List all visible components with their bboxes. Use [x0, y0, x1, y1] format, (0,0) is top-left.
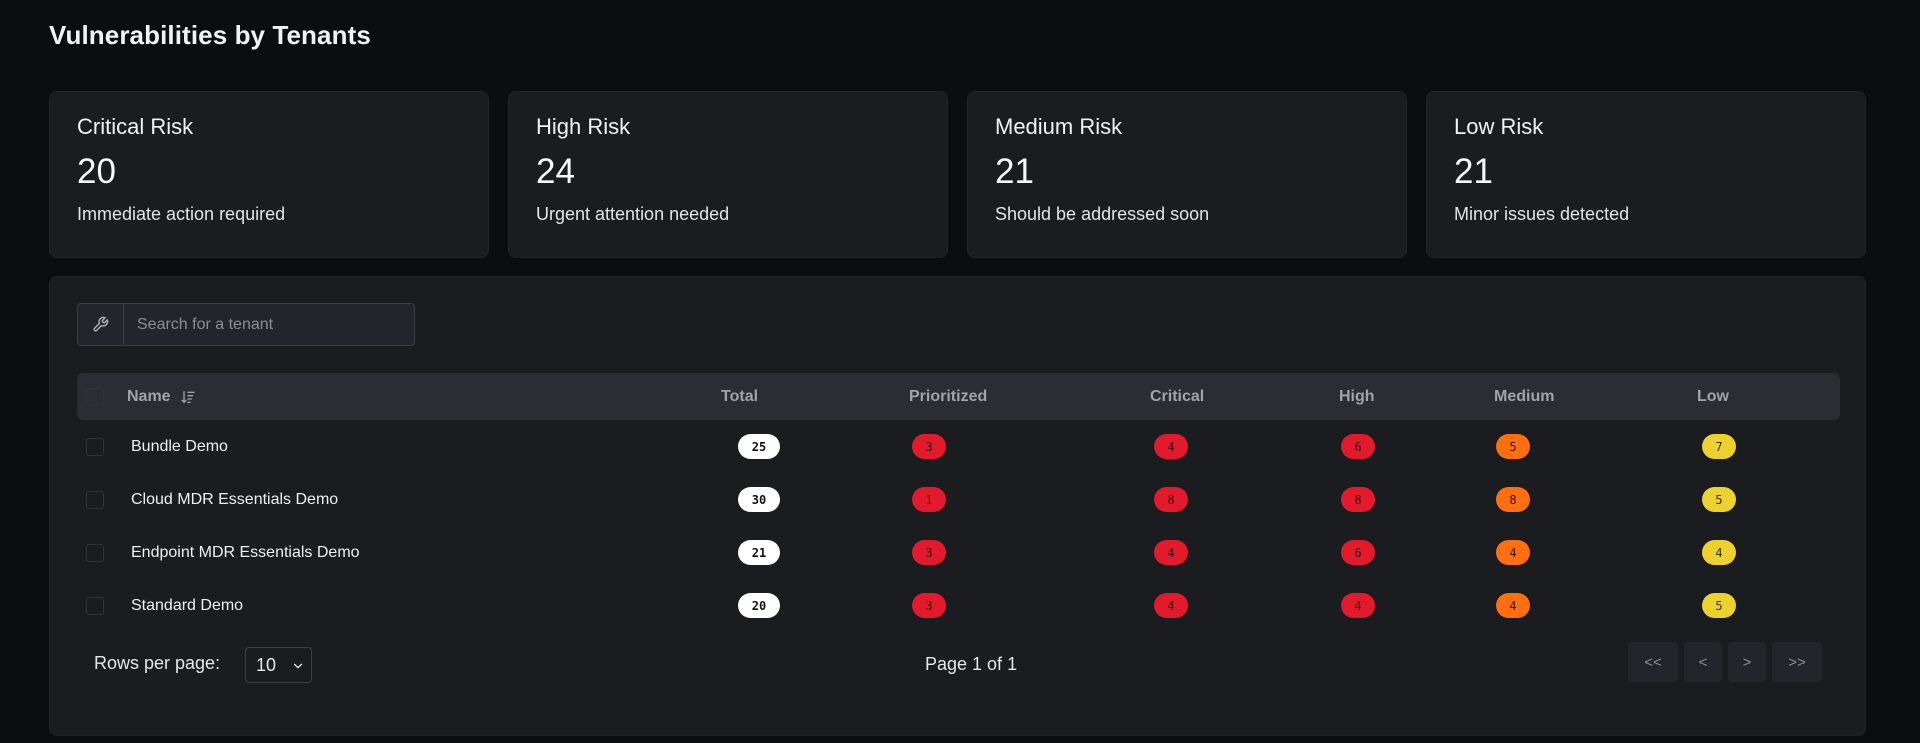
card-title: Low Risk [1454, 114, 1544, 139]
table-row[interactable]: Endpoint MDR Essentials Demo 21 3 4 6 4 … [77, 526, 1840, 579]
row-checkbox[interactable] [86, 490, 104, 509]
card-value: 21 [1454, 152, 1493, 191]
card-title: Critical Risk [77, 114, 194, 139]
card-value: 20 [77, 152, 116, 191]
column-header-low[interactable]: Low [1697, 373, 1729, 420]
prioritized-badge: 3 [912, 593, 946, 618]
medium-badge: 8 [1496, 487, 1530, 512]
table-header: Name Total Prioritized Critical High Med… [77, 373, 1840, 420]
low-badge: 5 [1702, 487, 1736, 512]
search-icon-button[interactable] [78, 304, 124, 345]
card-low-risk: Low Risk 21 Minor issues detected [1426, 91, 1866, 258]
table-row[interactable]: Bundle Demo 25 3 4 6 5 7 [77, 420, 1840, 473]
card-high-risk: High Risk 24 Urgent attention needed [508, 91, 948, 258]
table-row[interactable]: Cloud MDR Essentials Demo 30 1 8 8 8 5 [77, 473, 1840, 526]
rows-per-page-label: Rows per page: [94, 653, 221, 673]
column-header-total[interactable]: Total [721, 373, 758, 420]
card-description: Should be addressed soon [995, 204, 1210, 224]
next-page-button[interactable]: > [1728, 642, 1766, 682]
card-value: 21 [995, 152, 1034, 191]
tenant-name[interactable]: Endpoint MDR Essentials Demo [131, 544, 360, 562]
critical-badge: 4 [1154, 434, 1188, 459]
prioritized-badge: 3 [912, 540, 946, 565]
high-badge: 4 [1341, 593, 1375, 618]
column-header-medium[interactable]: Medium [1494, 373, 1554, 420]
card-description: Immediate action required [77, 204, 286, 224]
tenant-name[interactable]: Cloud MDR Essentials Demo [131, 491, 338, 509]
critical-badge: 4 [1154, 540, 1188, 565]
page-indicator: Page 1 of 1 [925, 654, 1018, 674]
low-badge: 5 [1702, 593, 1736, 618]
rows-per-page-value: 10 [256, 654, 277, 675]
card-critical-risk: Critical Risk 20 Immediate action requir… [49, 91, 489, 258]
prioritized-badge: 1 [912, 487, 946, 512]
column-header-prioritized[interactable]: Prioritized [909, 373, 987, 420]
last-page-button[interactable]: >> [1772, 642, 1822, 682]
card-title: Medium Risk [995, 114, 1123, 139]
chevron-down-icon [293, 663, 303, 669]
card-description: Minor issues detected [1454, 204, 1630, 224]
card-description: Urgent attention needed [536, 204, 730, 224]
sort-descending-icon[interactable] [180, 389, 196, 405]
tenant-search [77, 303, 415, 346]
previous-page-button[interactable]: < [1684, 642, 1722, 682]
low-badge: 7 [1702, 434, 1736, 459]
critical-badge: 8 [1154, 487, 1188, 512]
pagination-bar: Rows per page: 10 Page 1 of 1 << < > >> [50, 642, 1865, 688]
prioritized-badge: 3 [912, 434, 946, 459]
wrench-icon [93, 316, 109, 332]
total-badge: 20 [738, 593, 780, 618]
total-badge: 30 [738, 487, 780, 512]
row-checkbox[interactable] [86, 596, 104, 615]
tenant-name[interactable]: Bundle Demo [131, 438, 228, 456]
first-page-button[interactable]: << [1628, 642, 1678, 682]
total-badge: 25 [738, 434, 780, 459]
risk-summary-cards: Critical Risk 20 Immediate action requir… [49, 91, 1866, 258]
low-badge: 4 [1702, 540, 1736, 565]
medium-badge: 5 [1496, 434, 1530, 459]
row-checkbox[interactable] [86, 437, 104, 456]
tenant-name[interactable]: Standard Demo [131, 597, 243, 615]
select-all-checkbox[interactable] [86, 387, 104, 406]
card-value: 24 [536, 152, 575, 191]
total-badge: 21 [738, 540, 780, 565]
row-checkbox[interactable] [86, 543, 104, 562]
card-medium-risk: Medium Risk 21 Should be addressed soon [967, 91, 1407, 258]
search-input[interactable] [124, 304, 414, 345]
critical-badge: 4 [1154, 593, 1188, 618]
tenants-table-panel: Name Total Prioritized Critical High Med… [49, 276, 1866, 736]
column-header-high[interactable]: High [1339, 373, 1375, 420]
high-badge: 6 [1341, 434, 1375, 459]
column-header-critical[interactable]: Critical [1150, 373, 1204, 420]
high-badge: 8 [1341, 487, 1375, 512]
medium-badge: 4 [1496, 593, 1530, 618]
card-title: High Risk [536, 114, 631, 139]
page-title: Vulnerabilities by Tenants [49, 20, 371, 50]
rows-per-page-select[interactable]: 10 [245, 647, 312, 683]
page: Vulnerabilities by Tenants Critical Risk… [0, 0, 1920, 743]
medium-badge: 4 [1496, 540, 1530, 565]
column-header-name[interactable]: Name [127, 373, 196, 420]
high-badge: 6 [1341, 540, 1375, 565]
table-row[interactable]: Standard Demo 20 3 4 4 4 5 [77, 579, 1840, 632]
